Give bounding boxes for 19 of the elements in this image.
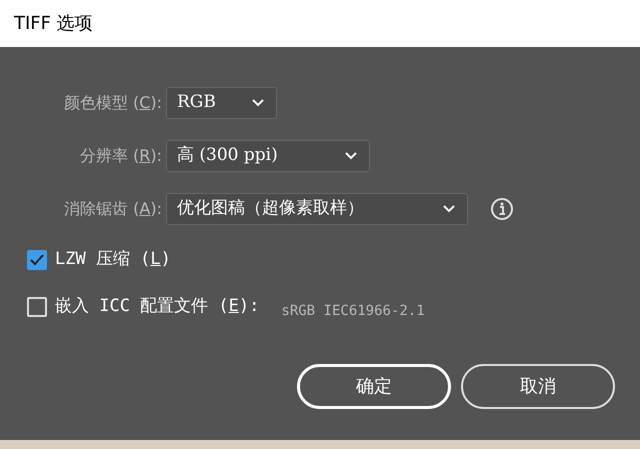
dropdown[interactable]: 优化图稿（超像素取样） <box>166 193 468 225</box>
cancel-button[interactable]: 取消 <box>461 364 615 408</box>
checkbox[interactable] <box>27 250 47 270</box>
info-icon[interactable] <box>490 197 514 221</box>
chevron-icon <box>345 152 357 160</box>
field-label: 嵌入 ICC 配置文件 (E): <box>55 295 260 318</box>
dropdown[interactable]: 高 (300 ppi) <box>166 140 370 172</box>
dropdown[interactable]: RGB <box>166 87 277 119</box>
chevron-icon <box>443 205 455 213</box>
field-label: 颜色模型 (C): <box>64 92 162 114</box>
field-label: 分辨率 (R): <box>80 145 162 167</box>
field-label: 消除锯齿 (A): <box>64 198 162 220</box>
field-label: LZW 压缩 (L) <box>55 248 171 271</box>
profile-name: sRGB IEC61966-2.1 <box>281 302 425 320</box>
ok-button[interactable]: 确定 <box>297 364 451 408</box>
checkbox[interactable] <box>27 297 47 317</box>
chevron-icon <box>252 99 264 107</box>
window-title: TIFF 选项 <box>14 12 93 36</box>
check-icon <box>30 254 44 266</box>
